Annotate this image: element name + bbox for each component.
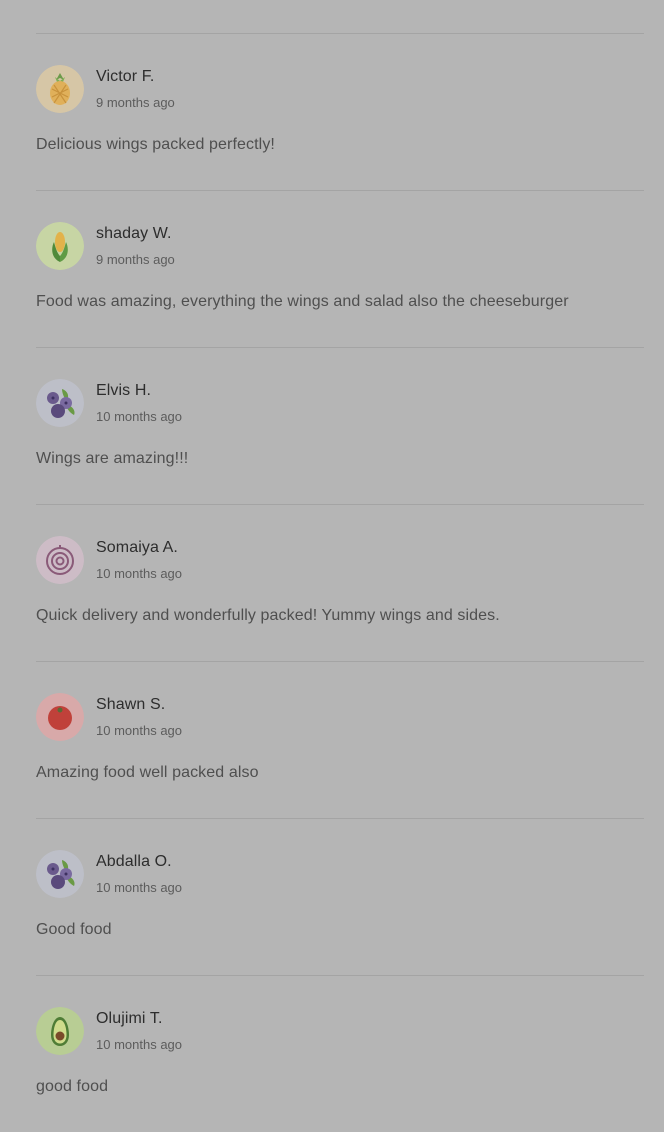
reviewer-name: Olujimi T. <box>96 1010 163 1027</box>
review-item: Victor F. 9 months ago Delicious wings p… <box>0 33 664 190</box>
review-text: Good food <box>36 921 112 938</box>
reviewer-name: Victor F. <box>96 68 155 85</box>
reviewer-name: Somaiya A. <box>96 539 178 556</box>
review-item: Shawn S. 10 months ago Amazing food well… <box>0 661 664 818</box>
review-text: Wings are amazing!!! <box>36 450 189 467</box>
review-text: Delicious wings packed perfectly! <box>36 136 275 153</box>
reviewer-name: Shawn S. <box>96 696 166 713</box>
pineapple-icon <box>36 65 84 113</box>
reviewer-avatar <box>36 65 84 113</box>
review-date: 9 months ago <box>96 252 175 267</box>
review-text: Quick delivery and wonderfully packed! Y… <box>36 607 500 624</box>
review-date: 10 months ago <box>96 723 183 738</box>
review-text: good food <box>36 1078 109 1095</box>
reviewer-avatar <box>36 1007 84 1055</box>
blueberry-icon <box>36 379 84 427</box>
review-item: Somaiya A. 10 months ago Quick delivery … <box>0 504 664 661</box>
review-date: 9 months ago <box>96 95 175 110</box>
review-item: shaday W. 9 months ago Food was amazing,… <box>0 190 664 347</box>
review-item: Elvis H. 10 months ago Wings are amazing… <box>0 347 664 504</box>
reviews-list: Victor F. 9 months ago Delicious wings p… <box>0 0 664 1124</box>
avocado-icon <box>36 1007 84 1055</box>
review-date: 10 months ago <box>96 1037 183 1052</box>
reviewer-name: shaday W. <box>96 225 172 242</box>
review-item: Olujimi T. 10 months ago good food <box>0 975 664 1132</box>
review-date: 10 months ago <box>96 409 183 424</box>
reviewer-avatar <box>36 379 84 427</box>
review-text: Food was amazing, everything the wings a… <box>36 293 569 310</box>
reviewer-avatar <box>36 850 84 898</box>
reviewer-avatar <box>36 222 84 270</box>
reviewer-name: Abdalla O. <box>96 853 172 870</box>
reviewer-avatar <box>36 536 84 584</box>
tomato-icon <box>36 693 84 741</box>
review-text: Amazing food well packed also <box>36 764 259 781</box>
reviewer-name: Elvis H. <box>96 382 152 399</box>
review-item: Abdalla O. 10 months ago Good food <box>0 818 664 975</box>
reviewer-avatar <box>36 693 84 741</box>
corn-icon <box>36 222 84 270</box>
review-date: 10 months ago <box>96 880 183 895</box>
review-date: 10 months ago <box>96 566 183 581</box>
blueberry-icon <box>36 850 84 898</box>
onion-icon <box>36 536 84 584</box>
